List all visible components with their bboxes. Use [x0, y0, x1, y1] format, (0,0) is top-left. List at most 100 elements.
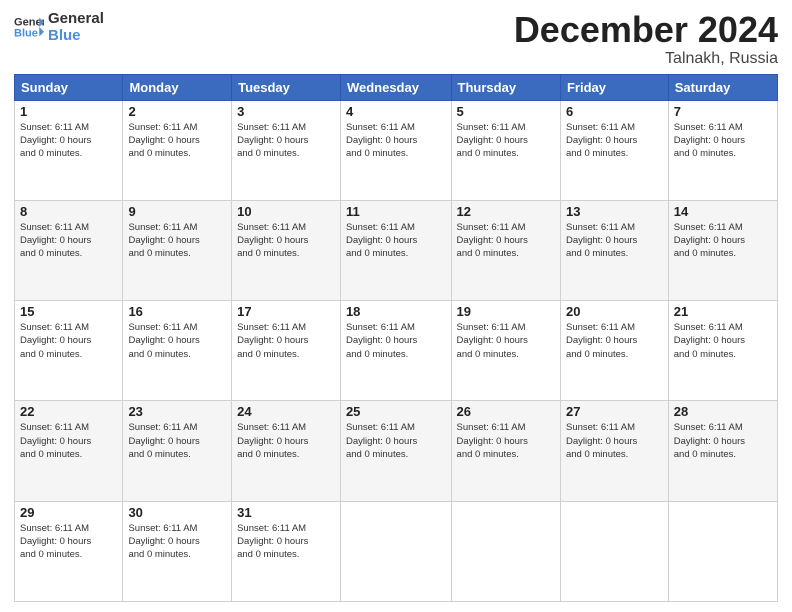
calendar-cell: 25 Sunset: 6:11 AM Daylight: 0 hours and …: [340, 401, 451, 501]
day-number: 11: [346, 204, 446, 219]
calendar-cell: 20Sunset: 6:11 AM Daylight: 0 hours and …: [560, 301, 668, 401]
day-number: 26: [457, 404, 555, 419]
calendar-cell: 24 Sunset: 6:11 AM Daylight: 0 hours and …: [232, 401, 341, 501]
calendar-cell: 3 Sunset: 6:11 AM Daylight: 0 hours and 0…: [232, 100, 341, 200]
calendar-cell: 15 Sunset: 6:11 AM Daylight: 0 hours and …: [15, 301, 123, 401]
day-number: 8: [20, 204, 117, 219]
day-number: 6: [566, 104, 663, 119]
calendar-cell: 9Sunset: 6:11 AM Daylight: 0 hours and 0…: [123, 200, 232, 300]
day-number: 24: [237, 404, 335, 419]
calendar-cell: 22Sunset: 6:11 AM Daylight: 0 hours and …: [15, 401, 123, 501]
day-info: Sunset: 6:11 AM Daylight: 0 hours and 0 …: [237, 421, 335, 461]
calendar-cell: 5Sunset: 6:11 AM Daylight: 0 hours and 0…: [451, 100, 560, 200]
calendar-cell: 31Sunset: 6:11 AM Daylight: 0 hours and …: [232, 501, 341, 601]
day-number: 7: [674, 104, 772, 119]
calendar-week-3: 22 Sunset: 6:11 AM Daylight: 0 hours and …: [15, 401, 778, 501]
day-number: 18: [346, 304, 446, 319]
calendar-body: 1 Sunset: 6:11 AM Daylight: 0 hours and 0…: [15, 100, 778, 601]
day-number: 15: [20, 304, 117, 319]
calendar-cell: 14 Sunset: 6:11 AM Daylight: 0 hours and …: [668, 200, 777, 300]
calendar-cell: 10 Sunset: 6:11 AM Daylight: 0 hours and …: [232, 200, 341, 300]
logo: General Blue General Blue: [14, 10, 104, 45]
day-number: 30: [128, 505, 226, 520]
day-info: Sunset: 6:11 AM Daylight: 0 hours and 0 …: [457, 421, 555, 461]
day-info: Sunset: 6:11 AM Daylight: 0 hours and 0 …: [20, 522, 117, 562]
calendar-cell: 8Sunset: 6:11 AM Daylight: 0 hours and 0…: [15, 200, 123, 300]
calendar-header: Sunday Monday Tuesday Wednesday Thursday…: [15, 74, 778, 100]
calendar-week-2: 15 Sunset: 6:11 AM Daylight: 0 hours and …: [15, 301, 778, 401]
day-info: Sunset: 6:11 AM Daylight: 0 hours and 0 …: [128, 522, 226, 562]
calendar-cell: 30 Sunset: 6:11 AM Daylight: 0 hours and …: [123, 501, 232, 601]
day-info: Sunset: 6:11 AM Daylight: 0 hours and 0 …: [346, 421, 446, 461]
calendar-cell: [451, 501, 560, 601]
col-thursday: Thursday: [451, 74, 560, 100]
day-number: 19: [457, 304, 555, 319]
calendar-cell: [560, 501, 668, 601]
subtitle: Talnakh, Russia: [514, 50, 778, 68]
day-info: Sunset: 6:11 AM Daylight: 0 hours and 0 …: [457, 321, 555, 361]
day-number: 22: [20, 404, 117, 419]
day-info: Sunset: 6:11 AM Daylight: 0 hours and 0 …: [237, 121, 335, 161]
day-info: Sunset: 6:11 AM Daylight: 0 hours and 0 …: [20, 121, 117, 161]
day-info: Sunset: 6:11 AM Daylight: 0 hours and 0 …: [237, 321, 335, 361]
calendar-cell: [340, 501, 451, 601]
general-blue-icon: General Blue: [14, 14, 44, 40]
day-info: Sunset: 6:11 AM Daylight: 0 hours and 0 …: [674, 321, 772, 361]
day-number: 27: [566, 404, 663, 419]
day-info: Sunset: 6:11 AM Daylight: 0 hours and 0 …: [346, 121, 446, 161]
day-info: Sunset: 6:11 AM Daylight: 0 hours and 0 …: [674, 421, 772, 461]
day-info: Sunset: 6:11 AM Daylight: 0 hours and 0 …: [346, 221, 446, 261]
calendar-week-1: 8 Sunset: 6:11 AM Daylight: 0 hours and 0…: [15, 200, 778, 300]
calendar-week-4: 29 Sunset: 6:11 AM Daylight: 0 hours and …: [15, 501, 778, 601]
day-number: 20: [566, 304, 663, 319]
day-number: 16: [128, 304, 226, 319]
day-info: Sunset: 6:11 AM Daylight: 0 hours and 0 …: [346, 321, 446, 361]
day-number: 3: [237, 104, 335, 119]
day-number: 1: [20, 104, 117, 119]
day-info: Sunset: 6:11 AM Daylight: 0 hours and 0 …: [566, 221, 663, 261]
calendar-cell: 4 Sunset: 6:11 AM Daylight: 0 hours and 0…: [340, 100, 451, 200]
day-info: Sunset: 6:11 AM Daylight: 0 hours and 0 …: [457, 221, 555, 261]
calendar-cell: 27Sunset: 6:11 AM Daylight: 0 hours and …: [560, 401, 668, 501]
svg-text:Blue: Blue: [14, 28, 38, 40]
calendar-cell: 12 Sunset: 6:11 AM Daylight: 0 hours and …: [451, 200, 560, 300]
calendar-cell: 16 Sunset: 6:11 AM Daylight: 0 hours and …: [123, 301, 232, 401]
calendar-cell: 11 Sunset: 6:11 AM Daylight: 0 hours and …: [340, 200, 451, 300]
main-title: December 2024: [514, 10, 778, 50]
calendar-cell: 17 Sunset: 6:11 AM Daylight: 0 hours and …: [232, 301, 341, 401]
calendar-cell: 7Sunset: 6:11 AM Daylight: 0 hours and 0…: [668, 100, 777, 200]
day-number: 14: [674, 204, 772, 219]
calendar-cell: 19 Sunset: 6:11 AM Daylight: 0 hours and …: [451, 301, 560, 401]
day-number: 29: [20, 505, 117, 520]
day-info: Sunset: 6:11 AM Daylight: 0 hours and 0 …: [128, 321, 226, 361]
day-info: Sunset: 6:11 AM Daylight: 0 hours and 0 …: [128, 421, 226, 461]
calendar-table: Sunday Monday Tuesday Wednesday Thursday…: [14, 74, 778, 602]
day-number: 10: [237, 204, 335, 219]
title-block: December 2024 Talnakh, Russia: [514, 10, 778, 68]
calendar-cell: 13 Sunset: 6:11 AM Daylight: 0 hours and …: [560, 200, 668, 300]
day-info: Sunset: 6:11 AM Daylight: 0 hours and 0 …: [237, 522, 335, 562]
day-number: 25: [346, 404, 446, 419]
day-info: Sunset: 6:11 AM Daylight: 0 hours and 0 …: [237, 221, 335, 261]
day-number: 13: [566, 204, 663, 219]
day-number: 12: [457, 204, 555, 219]
day-info: Sunset: 6:11 AM Daylight: 0 hours and 0 …: [128, 221, 226, 261]
day-number: 2: [128, 104, 226, 119]
day-info: Sunset: 6:11 AM Daylight: 0 hours and 0 …: [20, 321, 117, 361]
col-wednesday: Wednesday: [340, 74, 451, 100]
calendar-cell: 26 Sunset: 6:11 AM Daylight: 0 hours and …: [451, 401, 560, 501]
day-number: 4: [346, 104, 446, 119]
header-row: Sunday Monday Tuesday Wednesday Thursday…: [15, 74, 778, 100]
day-info: Sunset: 6:11 AM Daylight: 0 hours and 0 …: [457, 121, 555, 161]
day-info: Sunset: 6:11 AM Daylight: 0 hours and 0 …: [674, 221, 772, 261]
header: General Blue General Blue December 2024 …: [14, 10, 778, 68]
day-number: 28: [674, 404, 772, 419]
calendar-cell: 28 Sunset: 6:11 AM Daylight: 0 hours and …: [668, 401, 777, 501]
day-number: 17: [237, 304, 335, 319]
logo-line2: Blue: [48, 27, 104, 44]
calendar-week-0: 1 Sunset: 6:11 AM Daylight: 0 hours and 0…: [15, 100, 778, 200]
page: General Blue General Blue December 2024 …: [0, 0, 792, 612]
calendar-cell: 2Sunset: 6:11 AM Daylight: 0 hours and 0…: [123, 100, 232, 200]
col-sunday: Sunday: [15, 74, 123, 100]
day-number: 21: [674, 304, 772, 319]
